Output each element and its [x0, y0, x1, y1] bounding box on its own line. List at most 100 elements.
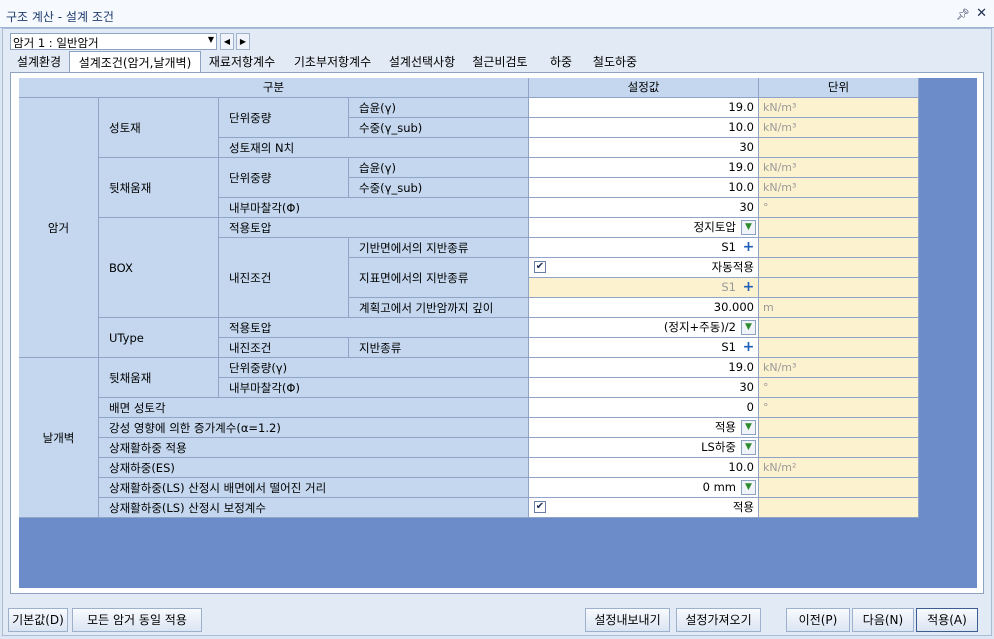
apply-all-culverts-button[interactable]: 모든 암거 동일 적용	[72, 608, 202, 632]
label-earth-pressure: 적용토압	[219, 218, 529, 238]
tab-railway-loads[interactable]: 철도하중	[586, 51, 644, 71]
label-unit-weight: 단위중량(γ)	[219, 358, 529, 378]
tab-loads[interactable]: 하중	[538, 51, 584, 71]
value-cell[interactable]: 30.000	[529, 298, 759, 318]
unit-cell: kN/m³	[759, 98, 919, 118]
section-wingwall: 날개벽	[19, 358, 99, 518]
label-ls-distance: 상재활하중(LS) 산정시 배면에서 떨어진 거리	[99, 478, 529, 498]
prev-arrow-icon[interactable]: ◀	[220, 33, 234, 50]
chevron-down-icon[interactable]: ▼	[741, 420, 756, 435]
label-stiffness-factor: 강성 영향에 의한 증가계수(α=1.2)	[99, 418, 529, 438]
value-text: LS하중	[701, 440, 736, 454]
unit-cell: kN/m³	[759, 358, 919, 378]
checkbox-checked-icon[interactable]: ✔	[534, 501, 546, 513]
value-text: S1	[721, 280, 736, 294]
value-plus-picker[interactable]: S1 +	[529, 238, 759, 258]
settings-grid: 구분 설정값 단위 암거 날개벽 성토재 단위중량 습윤(γ) 수중(γ_sub…	[19, 78, 977, 588]
next-button[interactable]: 다음(N)	[852, 608, 914, 632]
value-checkbox-cell[interactable]: ✔ 적용	[529, 498, 759, 518]
label-bedrock-depth: 계획고에서 기반암까지 깊이	[349, 298, 529, 318]
value-cell[interactable]: 19.0	[529, 98, 759, 118]
label-seismic: 내진조건	[219, 238, 349, 318]
chevron-down-icon[interactable]: ▼	[741, 480, 756, 495]
value-cell[interactable]: 10.0	[529, 178, 759, 198]
apply-button[interactable]: 적용(A)	[916, 608, 978, 632]
import-settings-button[interactable]: 설정가져오기	[676, 608, 761, 632]
tab-design-conditions[interactable]: 설계조건(암거,날개벽)	[69, 51, 201, 73]
unit-cell	[759, 238, 919, 258]
plus-icon[interactable]: +	[741, 340, 756, 355]
header-unit: 단위	[759, 78, 919, 98]
value-cell[interactable]: 19.0	[529, 358, 759, 378]
tab-foundation-resistance[interactable]: 기초부저항계수	[285, 51, 380, 71]
label-box: BOX	[99, 218, 219, 318]
value-cell[interactable]: 30	[529, 138, 759, 158]
unit-cell	[759, 258, 919, 278]
unit-cell	[759, 478, 919, 498]
unit-cell	[759, 338, 919, 358]
label-wet: 습윤(γ)	[349, 158, 529, 178]
export-settings-button[interactable]: 설정내보내기	[585, 608, 670, 632]
pin-icon[interactable]: 📌︎	[956, 8, 970, 21]
plus-icon[interactable]: +	[741, 240, 756, 255]
value-text: 0 mm	[702, 480, 736, 494]
value-cell[interactable]: 30	[529, 378, 759, 398]
prev-button[interactable]: 이전(P)	[786, 608, 850, 632]
value-dropdown[interactable]: LS하중 ▼	[529, 438, 759, 458]
unit-cell: kN/m²	[759, 458, 919, 478]
unit-cell	[759, 438, 919, 458]
unit-cell: °	[759, 198, 919, 218]
unit-cell	[759, 498, 919, 518]
value-dropdown[interactable]: 정지토압 ▼	[529, 218, 759, 238]
unit-cell	[759, 218, 919, 238]
label-unit-weight: 단위중량	[219, 98, 349, 138]
checkbox-checked-icon[interactable]: ✔	[534, 261, 546, 273]
label-utype: UType	[99, 318, 219, 358]
value-cell[interactable]: 0	[529, 398, 759, 418]
value-cell[interactable]: 10.0	[529, 118, 759, 138]
chevron-down-icon[interactable]: ▼	[741, 320, 756, 335]
label-live-load-apply: 상재활하중 적용	[99, 438, 529, 458]
value-dropdown[interactable]: (정지+주동)/2 ▼	[529, 318, 759, 338]
tab-rebar-ratio[interactable]: 철근비검토	[465, 51, 535, 71]
culvert-selector-value: 암거 1 : 일반암거	[13, 36, 99, 50]
label-n-value: 성토재의 N치	[219, 138, 529, 158]
unit-cell	[759, 418, 919, 438]
tab-design-options[interactable]: 설계선택사항	[382, 51, 462, 71]
unit-cell: kN/m³	[759, 178, 919, 198]
value-cell[interactable]: 30	[529, 198, 759, 218]
chevron-down-icon[interactable]: ▼	[208, 35, 214, 44]
unit-cell: °	[759, 398, 919, 418]
tab-content: 구분 설정값 단위 암거 날개벽 성토재 단위중량 습윤(γ) 수중(γ_sub…	[10, 72, 984, 594]
unit-cell	[759, 138, 919, 158]
default-button[interactable]: 기본값(D)	[8, 608, 68, 632]
value-checkbox-cell[interactable]: ✔ 자동적용	[529, 258, 759, 278]
value-text: 자동적용	[711, 260, 754, 274]
value-dropdown[interactable]: 0 mm ▼	[529, 478, 759, 498]
chevron-down-icon[interactable]: ▼	[741, 440, 756, 455]
unit-cell: m	[759, 298, 919, 318]
chevron-down-icon[interactable]: ▼	[741, 220, 756, 235]
value-plus-picker-disabled: S1 +	[529, 278, 759, 298]
tab-material-resistance[interactable]: 재료저항계수	[202, 51, 282, 71]
value-text: S1	[721, 240, 736, 254]
header-group: 구분	[19, 78, 529, 98]
next-arrow-icon[interactable]: ▶	[236, 33, 250, 50]
unit-cell: kN/m³	[759, 158, 919, 178]
window-title: 구조 계산 - 설계 조건	[6, 10, 114, 24]
value-cell[interactable]: 10.0	[529, 458, 759, 478]
label-submerged: 수중(γ_sub)	[349, 118, 529, 138]
close-icon[interactable]: ✕	[976, 6, 987, 21]
culvert-selector[interactable]: 암거 1 : 일반암거 ▼	[10, 33, 217, 50]
unit-cell	[759, 278, 919, 298]
unit-cell	[759, 318, 919, 338]
value-dropdown[interactable]: 적용 ▼	[529, 418, 759, 438]
label-base-ground: 기반면에서의 지반종류	[349, 238, 529, 258]
label-backfill: 뒷채움재	[99, 358, 219, 398]
value-plus-picker[interactable]: S1 +	[529, 338, 759, 358]
value-text: 적용	[714, 420, 736, 434]
tab-design-environment[interactable]: 설계환경	[10, 51, 68, 71]
plus-icon: +	[742, 279, 755, 295]
value-cell[interactable]: 19.0	[529, 158, 759, 178]
label-ground-type: 지반종류	[349, 338, 529, 358]
